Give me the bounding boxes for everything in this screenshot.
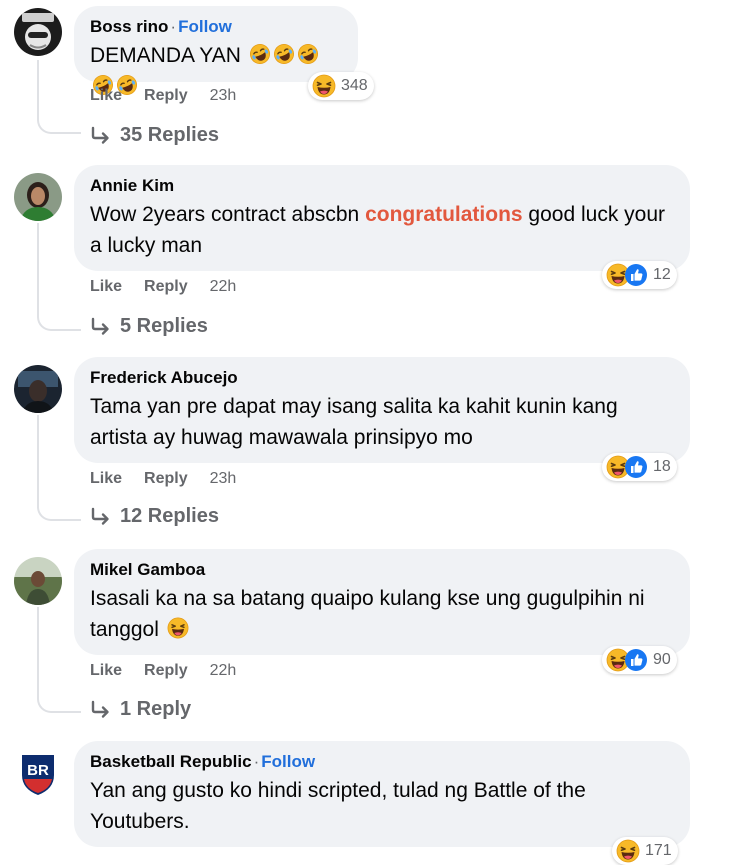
timestamp[interactable]: 22h [210,278,237,295]
reply-button[interactable]: Reply [144,662,188,679]
comment-actions: Like Reply 23h [90,87,258,105]
laughing-face-icon [616,839,640,863]
highlighted-word: congratulations [365,203,523,226]
view-replies-link[interactable]: 1 Reply [90,698,191,721]
reaction-summary[interactable]: 18 [602,453,677,481]
rofl-emoji-icon [297,43,319,65]
avatar[interactable] [14,173,62,221]
timestamp[interactable]: 22h [210,662,237,679]
commenter-name[interactable]: Mikel Gamboa [90,560,205,579]
reaction-count: 18 [653,458,671,475]
reaction-summary[interactable]: 348 [308,72,374,100]
view-replies-link[interactable]: 5 Replies [90,315,208,338]
like-thumb-icon [624,455,648,479]
comment-actions: Like Reply 22h [90,662,258,680]
like-button[interactable]: Like [90,87,122,104]
separator-dot: · [170,17,177,36]
comment-bubble: Annie Kim Wow 2years contract abscbn con… [74,165,690,271]
commenter-name[interactable]: Basketball Republic [90,752,252,771]
view-replies-link[interactable]: 35 Replies [90,124,219,147]
like-thumb-icon [624,648,648,672]
reply-button[interactable]: Reply [144,278,188,295]
commenter-name[interactable]: Frederick Abucejo [90,368,238,387]
comment-bubble: Basketball Republic · Follow Yan ang gusto… [74,741,690,847]
reaction-count: 348 [341,77,368,94]
reply-arrow-icon [90,126,112,146]
reply-arrow-icon [90,317,112,337]
reaction-summary[interactable]: 12 [602,261,677,289]
comment-bubble: Mikel Gamboa Isasali ka na sa batang qua… [74,549,690,655]
comment-bubble: Frederick Abucejo Tama yan pre dapat may… [74,357,690,463]
view-replies-link[interactable]: 12 Replies [90,505,219,528]
reaction-count: 12 [653,266,671,283]
thread-connector-line [37,60,81,134]
timestamp[interactable]: 23h [210,470,237,487]
separator-dot: · [253,752,260,771]
comment-text: Wow 2years contract abscbn congratulatio… [90,203,666,257]
avatar[interactable] [14,365,62,413]
thread-connector-line [37,607,81,713]
avatar[interactable] [14,557,62,605]
like-thumb-icon [624,263,648,287]
comment-text: Tama yan pre dapat may isang salita ka k… [90,395,618,449]
thread-connector-line [37,223,81,331]
comment-actions: Like Reply 23h [90,470,258,488]
reply-button[interactable]: Reply [144,470,188,487]
reply-button[interactable]: Reply [144,87,188,104]
avatar[interactable] [14,8,62,56]
follow-button[interactable]: Follow [261,752,315,771]
rofl-emoji-icon [249,43,271,65]
comment-actions: Like Reply 22h [90,278,258,296]
laughing-face-icon [312,74,336,98]
reaction-summary[interactable]: 90 [602,646,677,674]
reply-arrow-icon [90,507,112,527]
avatar[interactable]: BR [14,749,62,797]
thread-connector-line [37,415,81,521]
comment-text: Isasali ka na sa batang quaipo kulang ks… [90,587,645,641]
commenter-name[interactable]: Annie Kim [90,176,174,195]
reaction-summary[interactable]: 171 [612,837,678,865]
timestamp[interactable]: 23h [210,87,237,104]
rofl-emoji-icon [273,43,295,65]
like-button[interactable]: Like [90,278,122,295]
reaction-count: 90 [653,651,671,668]
reply-arrow-icon [90,700,112,720]
comment-bubble: Boss rino · Follow DEMANDA YAN [74,6,358,82]
follow-button[interactable]: Follow [178,17,232,36]
comment-text: Yan ang gusto ko hindi scripted, tulad n… [90,779,586,833]
like-button[interactable]: Like [90,470,122,487]
reaction-count: 171 [645,842,672,859]
commenter-name[interactable]: Boss rino [90,17,168,36]
like-button[interactable]: Like [90,662,122,679]
laughing-emoji-icon [167,617,189,639]
avatar-logo-text: BR [27,762,49,779]
